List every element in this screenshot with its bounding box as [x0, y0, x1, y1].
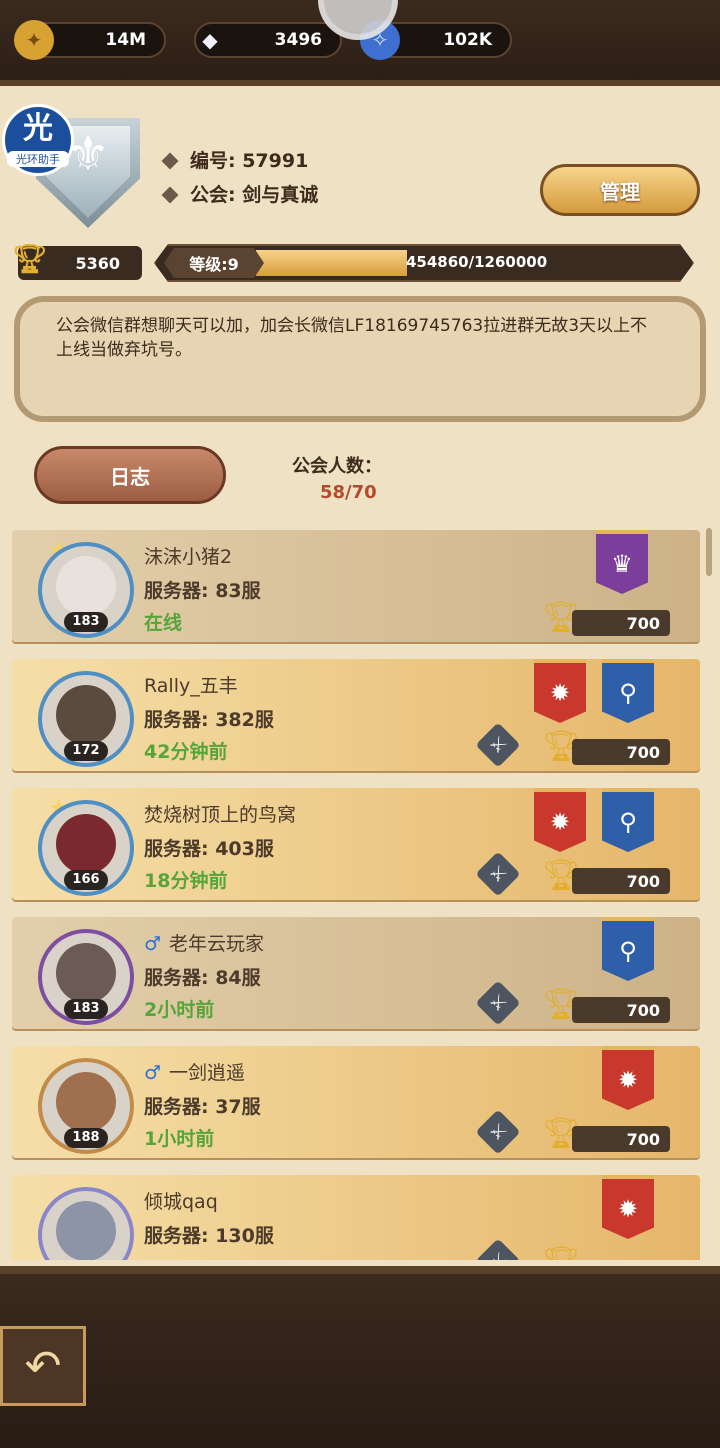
back-button[interactable]: ↶	[0, 1326, 86, 1406]
member-status: 42分钟前	[144, 741, 228, 763]
member-count-value: 58/70	[320, 482, 377, 503]
member-status: 18分钟前	[144, 870, 228, 892]
member-server: 服务器: 83服	[144, 580, 261, 602]
crossed-swords-icon[interactable]: ⚔	[475, 980, 521, 1026]
assistant-badge-char: 光	[23, 111, 53, 146]
guild-trophies: 🏆︎ 5360	[12, 242, 142, 280]
member-name: ♂ 老年云玩家	[144, 929, 264, 956]
member-points: 700	[572, 1126, 670, 1152]
member-name-text: 沫沫小猪2	[144, 546, 233, 568]
member-count-label: 公会人数：	[292, 456, 382, 477]
member-server: 服务器: 130服	[144, 1225, 274, 1247]
diamond-bullet-icon	[161, 186, 179, 204]
diamond-icon: ◆	[202, 28, 218, 52]
crossed-swords-icon[interactable]: ⚔	[475, 1109, 521, 1155]
member-name: 倾城qaq	[144, 1187, 218, 1214]
back-arrow-icon: ↶	[24, 1340, 62, 1392]
member-level: 166	[64, 870, 108, 890]
member-server: 服务器: 37服	[144, 1096, 261, 1118]
list-scrollbar[interactable]	[706, 528, 712, 576]
diamond-value: 3496	[274, 30, 322, 50]
member-name: Rally_五丰	[144, 671, 238, 698]
xp-progress-fill	[256, 250, 407, 276]
gold-value: 14M	[105, 30, 146, 50]
member-server: 服务器: 84服	[144, 967, 261, 989]
essence-value: 102K	[443, 30, 492, 50]
red-banner-icon: ✹	[534, 788, 586, 852]
red-banner-icon: ✹	[602, 1046, 654, 1110]
guild-name: 公会: 剑与真诚	[161, 180, 319, 207]
resource-bar: ✦ 14M ◆ 3496 ✧ 102K	[0, 0, 720, 86]
member-status: 1小时前	[144, 1128, 215, 1150]
manage-button[interactable]: 管理	[540, 164, 700, 216]
diamond-counter[interactable]: ◆ 3496	[194, 22, 342, 58]
member-name-text: 焚烧树顶上的鸟窝	[144, 804, 297, 826]
member-name: ♂ 一剑逍遥	[144, 1058, 245, 1085]
purple-crown-banner-icon: ♛	[596, 530, 648, 594]
guild-trophies-value: 5360	[75, 253, 120, 273]
member-points: 700	[572, 997, 670, 1023]
member-status: 在线	[144, 612, 183, 634]
crossed-swords-icon[interactable]: ⚔	[475, 722, 521, 768]
member-points: 700	[572, 610, 670, 636]
guild-name-text: 公会: 剑与真诚	[190, 184, 319, 206]
blue-banner-icon: ⚲	[602, 917, 654, 981]
guild-id-text: 编号: 57991	[190, 150, 309, 172]
guild-id: 编号: 57991	[161, 146, 309, 173]
member-name-text: Rally_五丰	[144, 675, 238, 697]
member-card[interactable]: 183 ♂ 老年云玩家 服务器: 84服 2小时前 ⚲ ⚔ 🏆︎ 700	[12, 917, 700, 1029]
gold-coin-icon: ✦	[14, 20, 54, 60]
blue-banner-icon: ⚲	[602, 788, 654, 852]
member-server: 服务器: 382服	[144, 709, 274, 731]
diamond-bullet-icon	[161, 152, 179, 170]
male-icon: ♂	[144, 933, 162, 955]
guild-level-bar: 等级:9 454860/1260000	[154, 244, 694, 282]
gold-counter[interactable]: ✦ 14M	[14, 20, 166, 60]
member-level: 188	[64, 1128, 108, 1148]
member-level: 183	[64, 999, 108, 1019]
member-card[interactable]: 倾城qaq 服务器: 130服 ✹ ⚔ 🏆︎	[12, 1175, 700, 1260]
member-name-text: 一剑逍遥	[169, 1062, 246, 1084]
guild-level-label: 等级:9	[164, 248, 264, 278]
xp-text: 454860/1260000	[406, 253, 548, 271]
member-name: 焚烧树顶上的鸟窝	[144, 800, 296, 827]
member-status: 2小时前	[144, 999, 215, 1021]
red-banner-icon: ✹	[602, 1175, 654, 1239]
member-name-text: 老年云玩家	[169, 933, 265, 955]
member-card[interactable]: ★ 166 焚烧树顶上的鸟窝 服务器: 403服 18分钟前 ✹ ⚲ ⚔ 🏆︎ …	[12, 788, 700, 900]
trophy-icon: 🏆︎	[12, 242, 48, 275]
male-icon: ♂	[144, 1062, 162, 1084]
crossed-swords-icon[interactable]: ⚔	[475, 1238, 521, 1260]
guild-notice: 公会微信群想聊天可以加，加会长微信LF18169745763拉进群无故3天以上不…	[14, 296, 706, 422]
assistant-badge-label: 光环助手	[7, 151, 69, 167]
member-points: 700	[572, 868, 670, 894]
member-card[interactable]: 172 Rally_五丰 服务器: 382服 42分钟前 ✹ ⚲ ⚔ 🏆︎ 70…	[12, 659, 700, 771]
member-level: 172	[64, 741, 108, 761]
member-card[interactable]: 188 ♂ 一剑逍遥 服务器: 37服 1小时前 ✹ ⚔ 🏆︎ 700	[12, 1046, 700, 1158]
blue-banner-icon: ⚲	[602, 659, 654, 723]
member-server: 服务器: 403服	[144, 838, 274, 860]
trophy-icon: 🏆︎	[542, 1245, 580, 1260]
crossed-swords-icon[interactable]: ⚔	[475, 851, 521, 897]
member-points: 700	[572, 739, 670, 765]
log-button[interactable]: 日志	[34, 446, 226, 504]
assistant-badge[interactable]: 光 光环助手	[2, 104, 74, 176]
bottom-bar: ↶	[0, 1266, 720, 1448]
member-name: 沫沫小猪2	[144, 542, 232, 569]
member-list[interactable]: ★ 183 沫沫小猪2 服务器: 83服 在线 ♛ 🏆︎ 700 172 Ral…	[0, 528, 720, 1260]
member-level: 183	[64, 612, 108, 632]
member-name-text: 倾城qaq	[144, 1191, 218, 1213]
member-avatar[interactable]	[38, 1187, 134, 1260]
member-card[interactable]: ★ 183 沫沫小猪2 服务器: 83服 在线 ♛ 🏆︎ 700	[12, 530, 700, 642]
red-banner-icon: ✹	[534, 659, 586, 723]
